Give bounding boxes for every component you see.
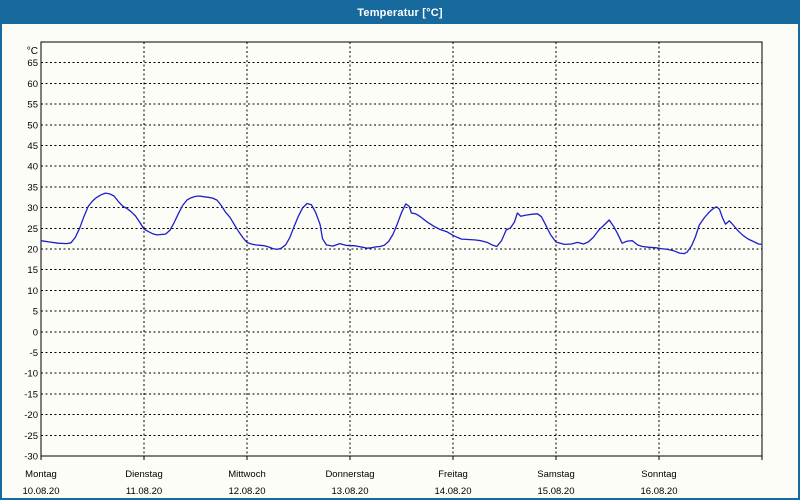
weekday-label: Sonntag <box>641 469 676 480</box>
y-tick-label: 5 <box>33 307 38 318</box>
y-tick-label: -15 <box>24 389 38 400</box>
temperature-line-chart: °C65605550454035302520151050-5-10-15-20-… <box>2 24 798 498</box>
y-tick-label: 10 <box>27 286 38 297</box>
y-tick-label: -5 <box>30 348 38 359</box>
temperature-curve <box>41 193 762 254</box>
y-tick-label: 20 <box>27 245 38 256</box>
y-tick-label: 35 <box>27 182 38 193</box>
y-tick-label: 25 <box>27 224 38 235</box>
y-tick-label: 55 <box>27 100 38 111</box>
y-tick-label: -10 <box>24 369 38 380</box>
date-label: 10.08.20 <box>23 486 60 497</box>
weekday-label: Dienstag <box>125 469 163 480</box>
date-label: 14.08.20 <box>435 486 472 497</box>
y-tick-label: -20 <box>24 410 38 421</box>
weekday-label: Donnerstag <box>325 469 374 480</box>
date-label: 11.08.20 <box>126 486 162 497</box>
y-tick-label: 45 <box>27 141 38 152</box>
weekday-label: Mittwoch <box>228 469 265 480</box>
y-tick-label: 15 <box>27 265 38 276</box>
y-tick-label: 30 <box>27 203 38 214</box>
y-tick-label: 60 <box>27 79 38 90</box>
app-window: Temperatur [°C] °C6560555045403530252015… <box>0 0 800 500</box>
y-tick-label: 40 <box>27 162 38 173</box>
y-tick-label: -25 <box>24 431 38 442</box>
y-tick-label: 50 <box>27 120 38 131</box>
chart-panel: °C65605550454035302520151050-5-10-15-20-… <box>2 24 798 498</box>
y-tick-label: -30 <box>24 452 38 463</box>
title-bar: Temperatur [°C] <box>2 2 798 24</box>
date-label: 15.08.20 <box>538 486 575 497</box>
y-tick-label: 0 <box>33 327 38 338</box>
date-label: 13.08.20 <box>332 486 369 497</box>
y-axis-unit-label: °C <box>27 46 38 57</box>
window-title: Temperatur [°C] <box>357 7 442 19</box>
weekday-label: Freitag <box>438 469 468 480</box>
date-label: 16.08.20 <box>641 486 678 497</box>
weekday-label: Samstag <box>537 469 575 480</box>
weekday-label: Montag <box>25 469 57 480</box>
y-tick-label: 65 <box>27 58 38 69</box>
date-label: 12.08.20 <box>229 486 266 497</box>
